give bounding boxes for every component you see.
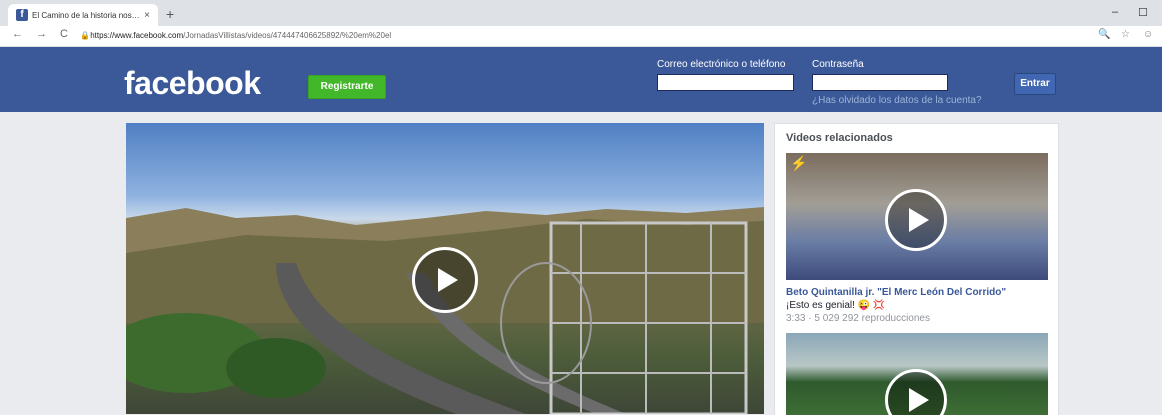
play-icon	[908, 208, 929, 232]
lock-icon: 🔒	[80, 31, 90, 40]
email-label: Correo electrónico o teléfono	[657, 59, 786, 70]
related-video-meta: 3:33 · 5 029 292 reproducciones	[786, 313, 930, 324]
bookmark-star-icon[interactable]: ☆	[1121, 29, 1130, 40]
tab-title: El Camino de la historia nos llev...	[32, 10, 140, 20]
related-video-subtitle: ¡Esto es genial! 😜 💢	[786, 300, 886, 311]
minimize-icon[interactable]: –	[1112, 6, 1118, 18]
facebook-favicon-icon: f	[16, 9, 28, 21]
close-tab-icon[interactable]: ×	[140, 10, 154, 21]
profile-icon[interactable]: ☺	[1143, 29, 1153, 40]
related-videos-panel: Videos relacionados ⚡ Beto Quintanilla j…	[774, 123, 1059, 415]
related-videos-title: Videos relacionados	[786, 132, 893, 144]
maximize-icon[interactable]: ☐	[1138, 6, 1148, 19]
password-label: Contraseña	[812, 59, 864, 70]
zoom-icon[interactable]: 🔍	[1098, 29, 1110, 40]
browser-tab[interactable]: f El Camino de la historia nos llev... ×	[8, 4, 158, 26]
play-icon	[908, 388, 929, 412]
forward-icon[interactable]: →	[36, 28, 47, 40]
register-button[interactable]: Registrarte	[308, 75, 386, 99]
facebook-header: facebook Registrarte Correo electrónico …	[0, 47, 1162, 112]
url-host: https://www.facebook.com	[90, 31, 184, 40]
login-button[interactable]: Entrar	[1014, 73, 1056, 95]
lightning-icon: ⚡	[790, 155, 808, 171]
related-play-button[interactable]	[885, 189, 947, 251]
url-field[interactable]: 🔒 https://www.facebook.com/JornadasVilli…	[80, 29, 1060, 43]
play-button[interactable]	[412, 247, 478, 313]
back-icon[interactable]: ←	[12, 28, 23, 40]
url-path: /JornadasVillistas/videos/47444740662589…	[183, 31, 392, 40]
related-video-thumbnail-2[interactable]	[786, 333, 1048, 415]
new-tab-button[interactable]: +	[166, 6, 174, 22]
facebook-logo[interactable]: facebook	[124, 65, 261, 102]
related-video-title[interactable]: Beto Quintanilla jr. "El Merc León Del C…	[786, 287, 1006, 298]
related-video-thumbnail[interactable]: ⚡	[786, 153, 1048, 280]
password-field[interactable]	[812, 74, 948, 91]
main-video-player[interactable]	[126, 123, 764, 414]
related-play-button-2[interactable]	[885, 369, 947, 415]
address-bar: ← → C 🔒 https://www.facebook.com/Jornada…	[0, 26, 1162, 47]
play-icon	[437, 268, 458, 292]
forgot-account-link[interactable]: ¿Has olvidado los datos de la cuenta?	[812, 95, 982, 106]
email-field[interactable]	[657, 74, 794, 91]
reload-icon[interactable]: C	[60, 28, 68, 40]
browser-tab-bar: f El Camino de la historia nos llev... ×…	[0, 0, 1162, 26]
